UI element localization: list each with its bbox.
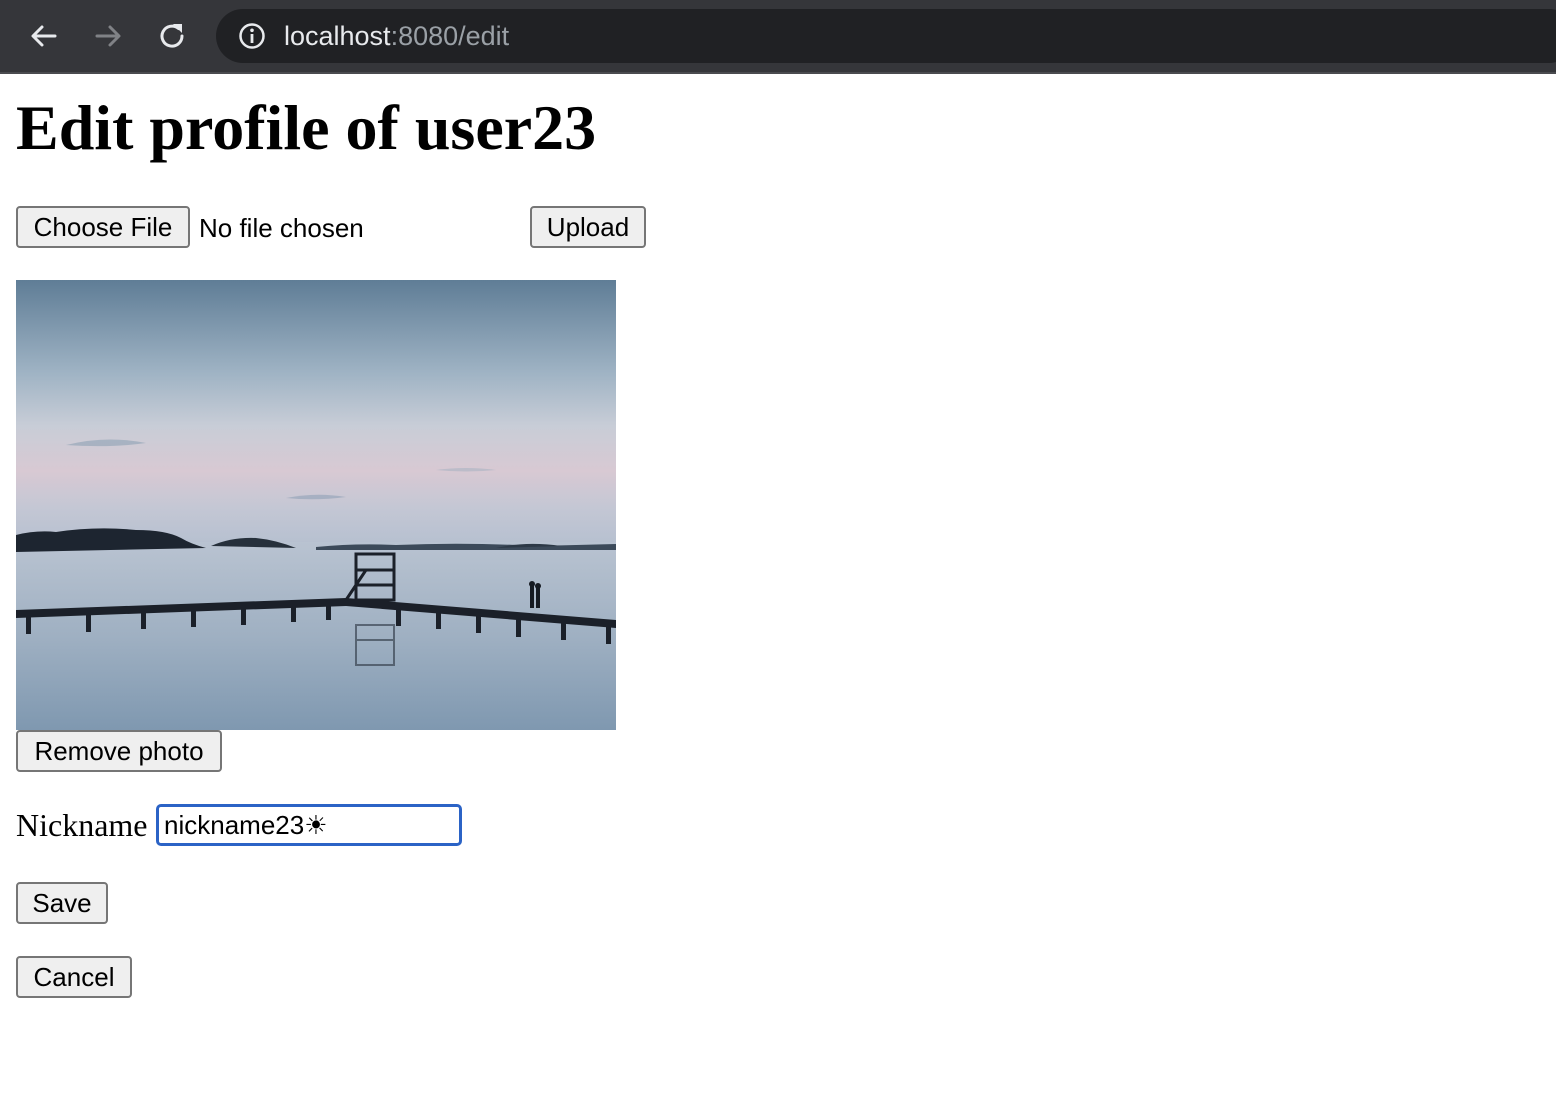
choose-file-button[interactable]: Choose File <box>16 206 190 248</box>
url-path: :8080/edit <box>390 21 510 51</box>
remove-photo-button[interactable]: Remove photo <box>16 730 222 772</box>
save-button[interactable]: Save <box>16 882 108 924</box>
nickname-label: Nickname <box>16 807 148 843</box>
page-content: Edit profile of user23 Choose File No fi… <box>0 74 1556 1108</box>
page-title: Edit profile of user23 <box>16 92 597 163</box>
back-button[interactable] <box>24 16 64 56</box>
cancel-button[interactable]: Cancel <box>16 956 132 998</box>
reload-button[interactable] <box>152 16 192 56</box>
info-icon[interactable] <box>238 22 266 50</box>
arrow-right-icon <box>95 25 121 47</box>
forward-button[interactable] <box>88 16 128 56</box>
reload-icon <box>160 24 184 48</box>
nickname-input[interactable] <box>156 804 462 846</box>
url-host: localhost <box>284 21 391 51</box>
file-status: No file chosen <box>199 213 364 243</box>
address-bar[interactable]: localhost:8080/edit <box>216 9 1556 63</box>
url-text: localhost:8080/edit <box>284 20 509 52</box>
arrow-left-icon <box>31 25 57 47</box>
browser-toolbar: localhost:8080/edit <box>0 0 1556 74</box>
profile-photo <box>16 280 616 730</box>
upload-button[interactable]: Upload <box>530 206 646 248</box>
